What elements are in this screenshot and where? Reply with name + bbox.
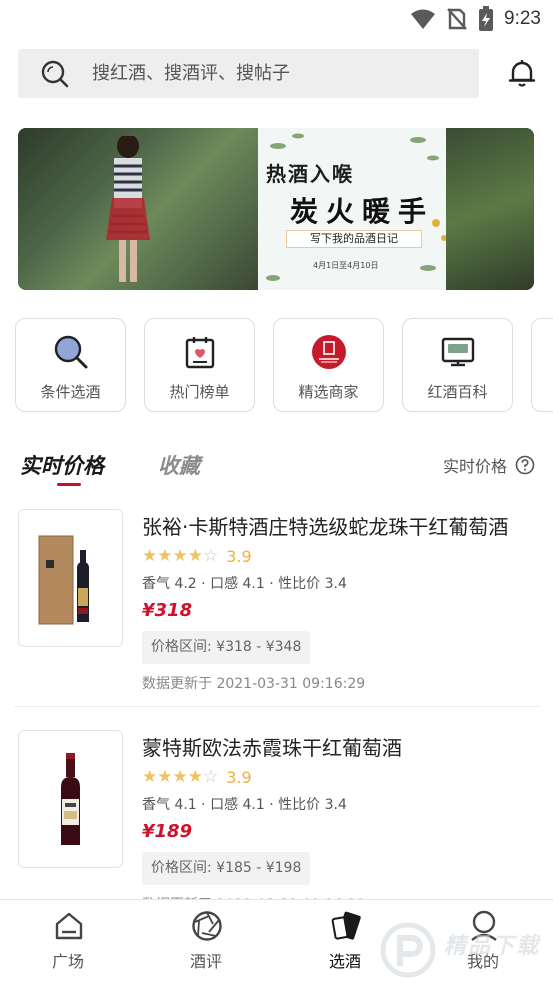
promo-banner[interactable]: 热酒入喉 炭火暖手 写下我的品酒日记 4月1日至4月10日 — [18, 128, 534, 290]
rating-score: 3.9 — [226, 767, 252, 787]
quick-link-more[interactable] — [531, 318, 553, 412]
rating-score: 3.9 — [226, 546, 252, 566]
search-box[interactable] — [18, 49, 479, 98]
status-bar: 9:23 — [0, 0, 553, 36]
status-icons: 9:23 — [410, 6, 541, 32]
ranking-list-icon — [185, 337, 215, 369]
house-icon — [55, 912, 83, 940]
quick-link-label: 热门榜单 — [169, 383, 230, 401]
product-name: 蒙特斯欧法赤霞珠干红葡萄酒 — [142, 736, 402, 760]
product-attributes: 香气 4.2 · 口感 4.1 · 性比价 3.4 — [142, 576, 347, 592]
tab-bar: 实时价格 收藏 实时价格 — [0, 446, 553, 490]
quick-links: 条件选酒 热门榜单 精选商家 红酒百科 — [15, 318, 553, 414]
quick-link-label: 条件选酒 — [40, 383, 101, 401]
quick-link-merchants[interactable]: 精选商家 — [273, 318, 384, 412]
notification-bell-icon[interactable] — [506, 57, 538, 89]
wine-bottle-image — [61, 753, 80, 845]
list-divider — [14, 706, 540, 707]
search-row — [18, 48, 538, 100]
product-price: ¥318 — [142, 600, 193, 621]
banner-pill: 写下我的品酒日记 — [286, 230, 422, 248]
product-thumbnail — [18, 730, 123, 868]
tab-active-indicator — [57, 483, 81, 486]
wine-card-icon — [331, 911, 361, 940]
quick-link-wine-encyclopedia[interactable]: 红酒百科 — [402, 318, 513, 412]
search-input[interactable] — [92, 63, 452, 84]
nav-square[interactable]: 广场 — [8, 900, 128, 983]
update-time: 数据更新于 2021-03-31 09:16:29 — [142, 676, 366, 692]
banner-photo-right — [446, 128, 534, 290]
rating-stars: ★★★★☆ — [142, 546, 219, 566]
quick-link-label: 红酒百科 — [427, 383, 488, 401]
price-range: 价格区间: ¥318 - ¥348 — [142, 631, 311, 664]
quick-link-hot-list[interactable]: 热门榜单 — [144, 318, 255, 412]
tab-favorites[interactable]: 收藏 — [158, 450, 200, 480]
battery-charging-icon — [479, 6, 494, 31]
product-item[interactable]: 张裕·卡斯特酒庄特选级蛇龙珠干红葡萄酒 ★★★★☆ 3.9 香气 4.2 · 口… — [0, 509, 553, 719]
banner-person-figure — [106, 136, 150, 282]
quick-link-label: 精选商家 — [298, 383, 359, 401]
product-attributes: 香气 4.1 · 口感 4.1 · 性比价 3.4 — [142, 797, 347, 813]
magnifier-search-icon — [54, 335, 88, 369]
product-rating: ★★★★☆ 3.9 — [142, 546, 252, 566]
banner-date: 4月1日至4月10日 — [313, 261, 379, 270]
banner-title-line1: 热酒入喉 — [266, 162, 354, 186]
tab-realtime-price[interactable]: 实时价格 — [20, 450, 104, 480]
quick-link-filter-wine[interactable]: 条件选酒 — [15, 318, 126, 412]
rating-stars: ★★★★☆ — [142, 767, 219, 787]
realtime-price-info[interactable]: 实时价格 — [443, 453, 535, 477]
status-time: 9:23 — [504, 8, 541, 29]
product-price: ¥189 — [142, 821, 193, 842]
wine-box-bottle-image — [38, 535, 89, 625]
merchant-logo-icon — [312, 335, 346, 369]
watermark: 精品下载 — [378, 920, 548, 980]
search-icon[interactable] — [40, 59, 70, 89]
product-name: 张裕·卡斯特酒庄特选级蛇龙珠干红葡萄酒 — [142, 515, 509, 539]
encyclopedia-monitor-icon — [441, 337, 475, 367]
no-sim-icon — [447, 8, 467, 30]
price-range: 价格区间: ¥185 - ¥198 — [142, 852, 311, 885]
watermark-logo-icon — [380, 922, 436, 978]
help-icon[interactable] — [515, 455, 535, 475]
product-rating: ★★★★☆ 3.9 — [142, 767, 252, 787]
product-thumbnail — [18, 509, 123, 647]
banner-title-line2: 炭火暖手 — [290, 195, 435, 228]
watermark-text: 精品下载 — [444, 934, 541, 959]
aperture-icon — [192, 911, 222, 941]
realtime-price-label: 实时价格 — [442, 457, 507, 476]
nav-label: 酒评 — [189, 952, 222, 971]
nav-label: 广场 — [51, 952, 84, 971]
wifi-icon — [411, 9, 436, 29]
nav-wine-review[interactable]: 酒评 — [146, 900, 266, 983]
